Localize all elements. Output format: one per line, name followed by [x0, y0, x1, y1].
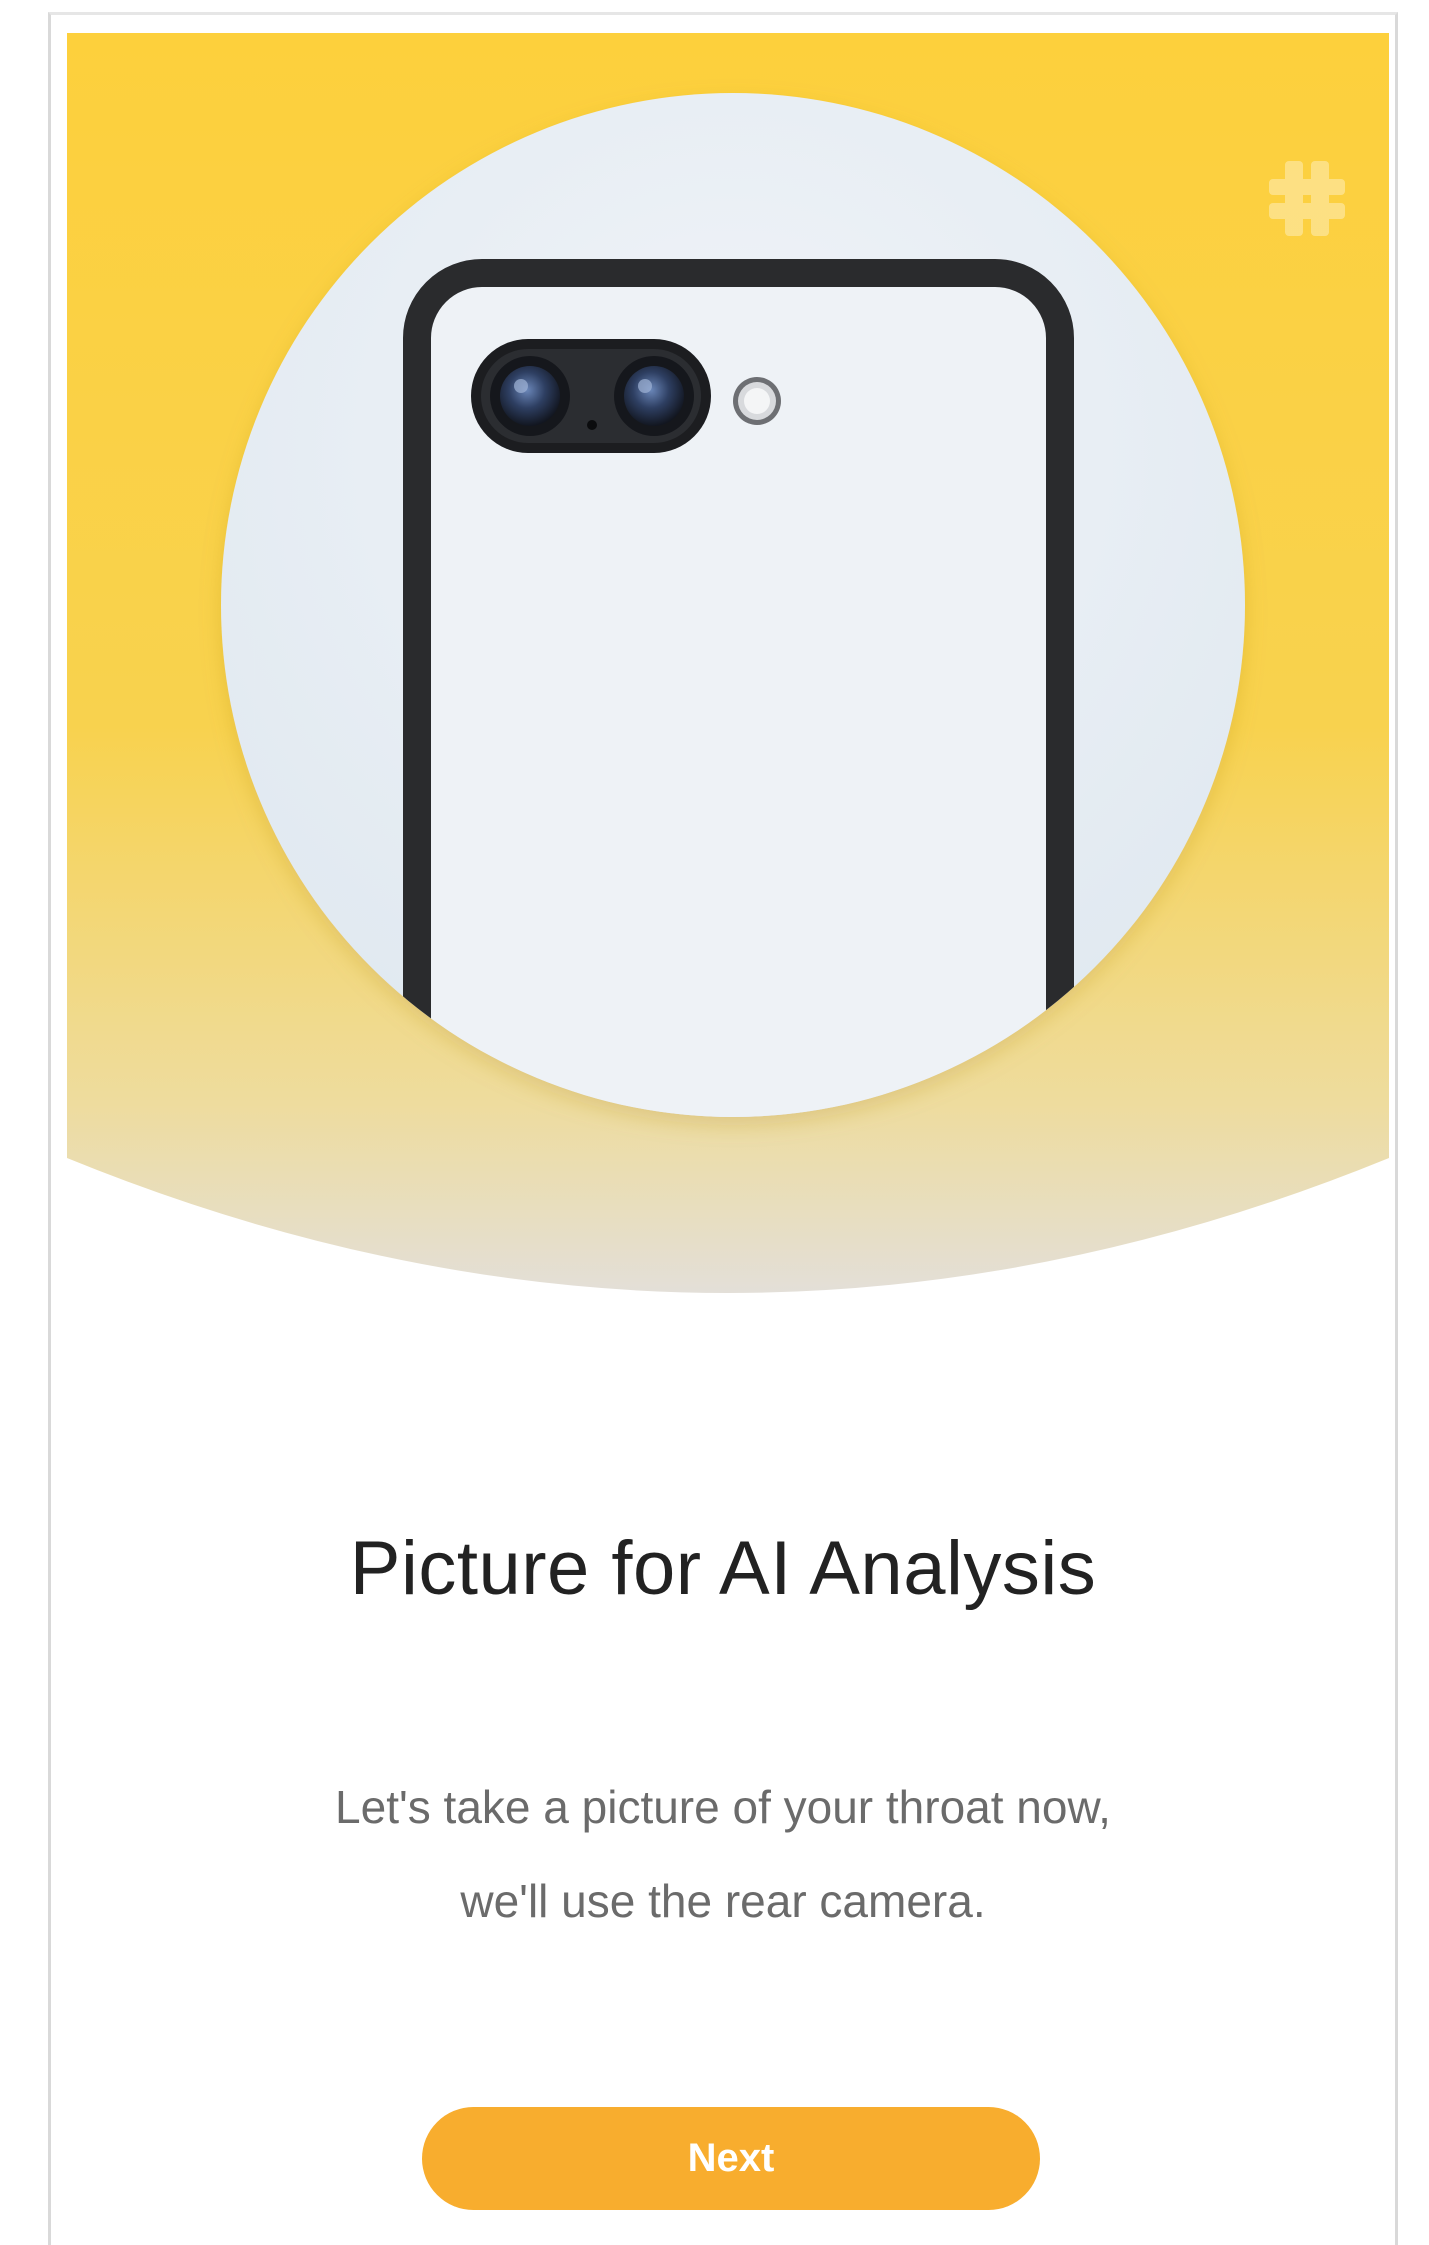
hero-illustration: [67, 33, 1389, 1313]
hero-graphic: [67, 33, 1389, 1293]
camera-icon: [471, 339, 711, 453]
description-text: Let's take a picture of your throat now,…: [51, 1760, 1395, 1948]
next-button[interactable]: Next: [422, 2107, 1040, 2210]
description-line-2: we'll use the rear camera.: [460, 1875, 986, 1927]
onboarding-card: Picture for AI Analysis Let's take a pic…: [48, 12, 1398, 2245]
page-title: Picture for AI Analysis: [349, 1526, 1097, 1611]
flash-icon: [733, 377, 781, 425]
description-line-1: Let's take a picture of your throat now,: [335, 1781, 1111, 1833]
